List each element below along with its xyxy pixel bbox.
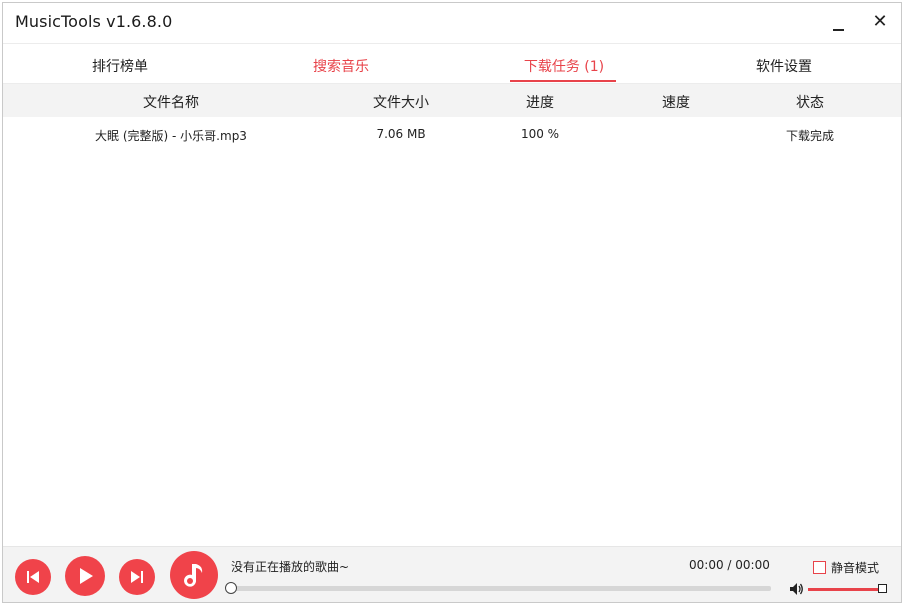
- music-note-icon: [184, 564, 203, 587]
- play-icon: [80, 568, 93, 584]
- active-tab-indicator: [510, 80, 616, 82]
- playback-progress-handle[interactable]: [225, 582, 237, 594]
- now-playing-text: 没有正在播放的歌曲~: [231, 560, 350, 574]
- next-track-button[interactable]: [119, 559, 155, 595]
- play-button[interactable]: [65, 556, 105, 596]
- minimize-icon: [833, 29, 844, 31]
- minimize-button[interactable]: [825, 11, 851, 37]
- column-header-file-name[interactable]: 文件名称: [103, 92, 239, 112]
- app-title: MusicTools v1.6.8.0: [15, 12, 173, 31]
- tab-search-music[interactable]: 搜索音乐: [286, 56, 396, 76]
- previous-track-button[interactable]: [15, 559, 51, 595]
- download-table-header: 文件名称 文件大小 进度 速度 状态: [3, 83, 901, 117]
- tab-rankings[interactable]: 排行榜单: [65, 56, 175, 76]
- album-art-disc[interactable]: [170, 551, 218, 599]
- row-file-size: 7.06 MB: [376, 127, 426, 141]
- volume-slider-handle[interactable]: [878, 584, 887, 593]
- row-status: 下载完成: [785, 129, 834, 143]
- column-header-file-size[interactable]: 文件大小: [343, 92, 459, 112]
- column-header-progress[interactable]: 进度: [495, 92, 585, 112]
- speaker-icon[interactable]: [788, 581, 804, 597]
- column-header-status[interactable]: 状态: [765, 92, 855, 112]
- tab-download-tasks[interactable]: 下载任务 (1): [511, 56, 617, 76]
- row-progress: 100 %: [520, 127, 560, 141]
- title-bar[interactable]: MusicTools v1.6.8.0 ✕: [3, 3, 901, 43]
- close-button[interactable]: ✕: [867, 9, 893, 35]
- volume-slider-fill: [808, 588, 878, 591]
- playback-progress-track[interactable]: [229, 586, 771, 591]
- tab-bar: 排行榜单 搜索音乐 下载任务 (1) 软件设置: [3, 43, 901, 85]
- app-window: MusicTools v1.6.8.0 ✕ 排行榜单 搜索音乐 下载任务 (1)…: [2, 2, 902, 603]
- row-file-name: 大眠 (完整版) - 小乐哥.mp3: [95, 129, 247, 143]
- download-table-body: 大眠 (完整版) - 小乐哥.mp3 7.06 MB 100 % 下载完成: [3, 117, 901, 149]
- playback-time: 00:00 / 00:00: [689, 558, 770, 572]
- mute-label[interactable]: 静音模式: [831, 559, 879, 576]
- mute-checkbox[interactable]: [813, 561, 826, 574]
- column-header-speed[interactable]: 速度: [631, 92, 721, 112]
- table-row[interactable]: 大眠 (完整版) - 小乐哥.mp3 7.06 MB 100 % 下载完成: [3, 117, 901, 149]
- skip-next-icon: [131, 571, 143, 583]
- player-bar: 没有正在播放的歌曲~ 00:00 / 00:00 静音模式: [3, 546, 901, 602]
- volume-slider-track[interactable]: [808, 588, 882, 591]
- skip-previous-icon: [27, 571, 39, 583]
- tab-settings[interactable]: 软件设置: [729, 56, 839, 76]
